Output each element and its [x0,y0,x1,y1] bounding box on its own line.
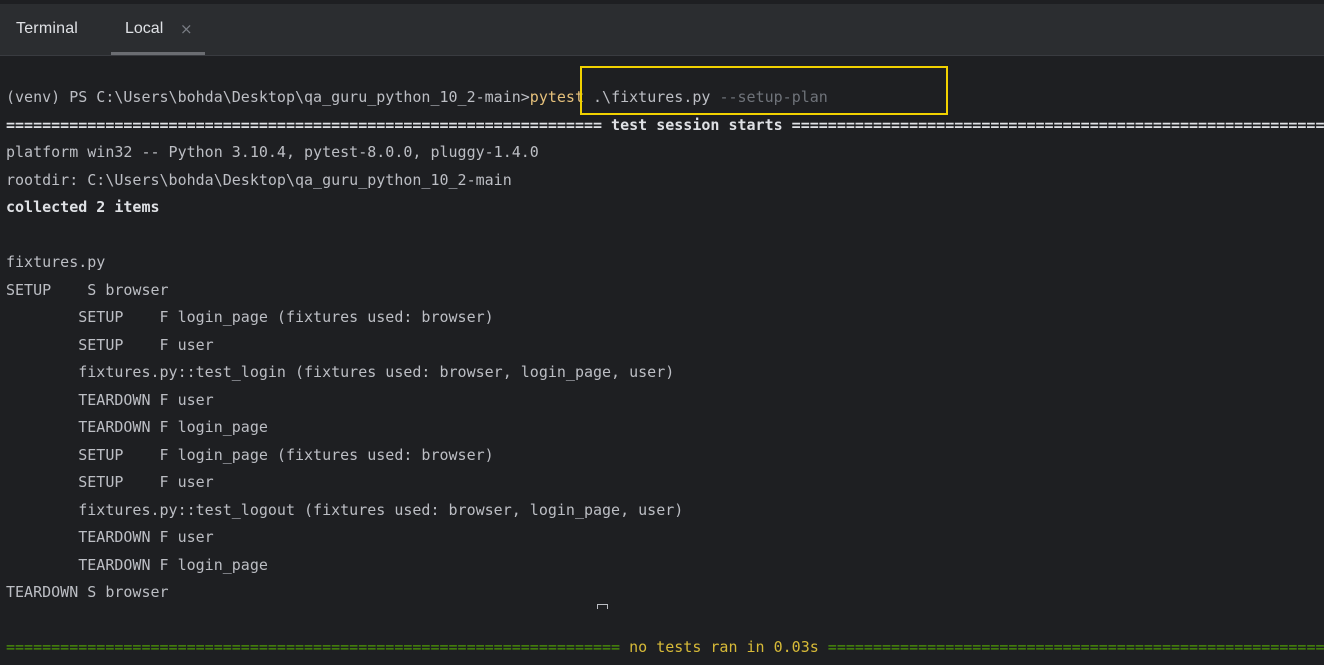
terminal-window: Terminal Local × (venv) PS C:\Users\bohd… [0,0,1324,665]
close-icon[interactable]: × [180,20,193,38]
tool-window-header: Terminal Local × [0,0,1324,56]
summary-rule-right: ========================================… [827,638,1324,656]
plan-line: TEARDOWN F login_page [6,418,268,436]
plan-line: fixtures.py::test_login (fixtures used: … [6,363,675,381]
plan-line: fixtures.py::test_logout (fixtures used:… [6,501,684,519]
command-highlight-box [580,66,948,115]
session-starts-line: ========================================… [6,116,1324,134]
prompt-text: (venv) PS C:\Users\bohda\Desktop\qa_guru… [6,88,530,106]
plan-line: SETUP F login_page (fixtures used: brows… [6,446,494,464]
summary-text: no tests ran in 0.03s [629,638,819,656]
tab-local[interactable]: Local × [111,4,205,55]
summary-line: ========================================… [6,637,1324,657]
plan-line: SETUP F user [6,336,214,354]
plan-line: TEARDOWN S browser [6,583,169,601]
plan-line: TEARDOWN F user [6,391,214,409]
terminal-output[interactable]: (venv) PS C:\Users\bohda\Desktop\qa_guru… [0,56,1324,665]
plan-line: SETUP F login_page (fixtures used: brows… [6,308,494,326]
text-cursor-icon [597,604,608,609]
command-name: pytest [529,88,584,106]
rootdir-line: rootdir: C:\Users\bohda\Desktop\qa_guru_… [6,171,512,189]
plan-line: SETUP S browser [6,281,169,299]
collected-line: collected 2 items [6,198,160,216]
plan-line: SETUP F user [6,473,214,491]
plan-line: TEARDOWN F user [6,528,214,546]
platform-line: platform win32 -- Python 3.10.4, pytest-… [6,143,539,161]
plan-line: TEARDOWN F login_page [6,556,268,574]
tab-local-label: Local [125,20,164,37]
file-line: fixtures.py [6,253,106,271]
tool-window-title: Terminal [16,20,79,37]
summary-rule-left: ========================================… [6,638,630,656]
